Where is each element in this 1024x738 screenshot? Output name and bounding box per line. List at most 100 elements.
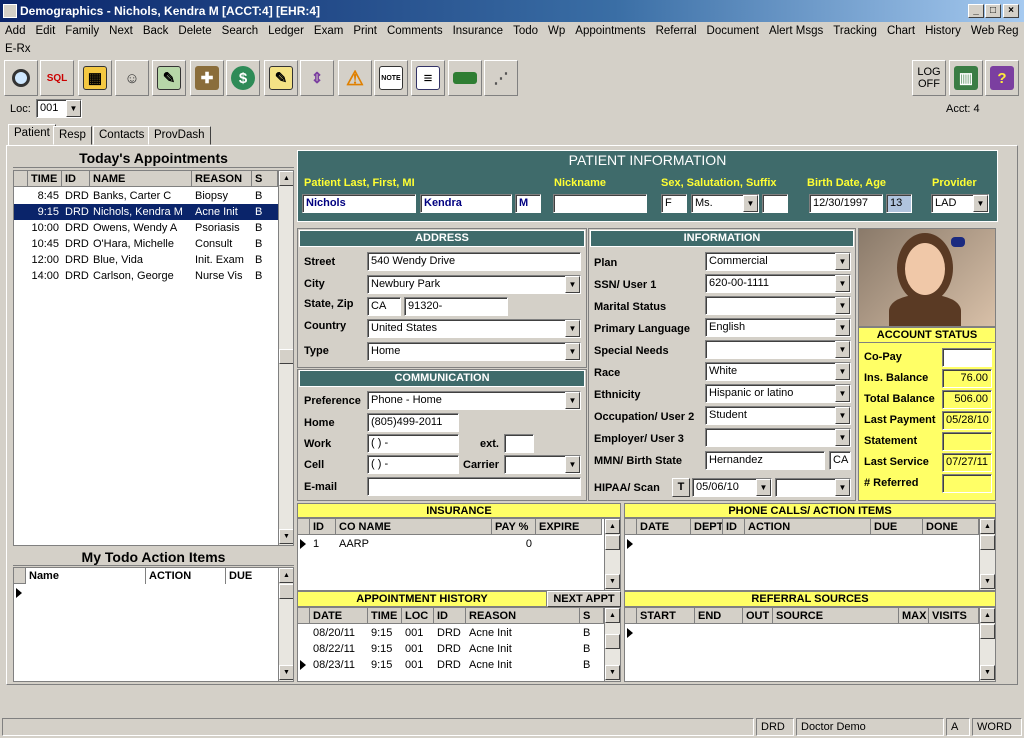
col-ref-start[interactable]: START — [637, 608, 695, 624]
col-ref-visits[interactable]: VISITS — [929, 608, 979, 624]
scroll-up-icon[interactable]: ▲ — [605, 519, 620, 534]
scroll-up-icon[interactable]: ▲ — [980, 608, 995, 623]
menu-item-print[interactable]: Print — [348, 22, 382, 40]
scan-select[interactable]: ▼ — [775, 478, 851, 497]
zip-input[interactable]: 91320- — [404, 297, 508, 316]
menu-item-insurance[interactable]: Insurance — [448, 22, 509, 40]
info-select[interactable]: ▼ — [705, 340, 851, 359]
email-input[interactable] — [367, 477, 581, 496]
help-button[interactable]: ? — [985, 60, 1019, 96]
col-todo-due[interactable]: DUE — [226, 568, 284, 584]
menu-item-alert-msgs[interactable]: Alert Msgs — [764, 22, 828, 40]
scroll-thumb[interactable] — [980, 624, 995, 639]
first-name-input[interactable]: Kendra — [420, 194, 512, 213]
col-ins-id[interactable]: ID — [310, 519, 336, 535]
menu-item-appointments[interactable]: Appointments — [570, 22, 650, 40]
maximize-button[interactable]: □ — [985, 4, 1001, 18]
phone-calls-scrollbar[interactable]: ▲ ▼ — [979, 519, 995, 590]
scroll-up-icon[interactable]: ▲ — [980, 519, 995, 534]
col-ah-reason[interactable]: REASON — [466, 608, 580, 624]
app-icon[interactable] — [3, 4, 17, 18]
col-reason[interactable]: REASON — [192, 171, 252, 187]
col-ah-s[interactable]: S — [580, 608, 604, 624]
col-ref-source[interactable]: SOURCE — [773, 608, 899, 624]
info-select[interactable]: White ▼ — [705, 362, 851, 381]
col-todo-name[interactable]: Name — [26, 568, 146, 584]
calendar-button[interactable]: ▦ — [78, 60, 112, 96]
info-select[interactable]: Hispanic or latino ▼ — [705, 384, 851, 403]
col-ah-date[interactable]: DATE — [310, 608, 368, 624]
table-row[interactable]: 1 AARP 0 — [298, 536, 620, 552]
country-select[interactable]: United States ▼ — [367, 319, 581, 338]
scroll-thumb[interactable] — [279, 349, 293, 364]
birth-state-input[interactable]: CA — [829, 451, 851, 470]
cell-phone-input[interactable]: ( ) - — [367, 455, 459, 474]
menu-item-web-reg[interactable]: Web Reg — [966, 22, 1024, 40]
scroll-down-icon[interactable]: ▼ — [279, 665, 293, 680]
info-select[interactable]: 620-00-1111 ▼ — [705, 274, 851, 293]
logoff-button[interactable]: LOG OFF — [912, 60, 946, 96]
tab-provdash[interactable]: ProvDash — [148, 126, 211, 145]
menu-item-search[interactable]: Search — [217, 22, 263, 40]
birthdate-input[interactable]: 12/30/1997 — [809, 194, 883, 213]
scroll-thumb[interactable] — [279, 584, 293, 599]
address-type-select[interactable]: Home ▼ — [367, 342, 581, 361]
info-select[interactable]: Student ▼ — [705, 406, 851, 425]
menu-item-exam[interactable]: Exam — [309, 22, 348, 40]
street-input[interactable]: 540 Wendy Drive — [367, 252, 581, 271]
scroll-down-icon[interactable]: ▼ — [980, 574, 995, 589]
scroll-down-icon[interactable]: ▼ — [279, 529, 293, 544]
appointments-scrollbar[interactable]: ▲ ▼ — [278, 171, 293, 545]
minimize-button[interactable]: _ — [968, 4, 984, 18]
info-select[interactable]: Commercial ▼ — [705, 252, 851, 271]
todo-scrollbar[interactable]: ▲ ▼ — [278, 568, 293, 681]
menu-item-ledger[interactable]: Ledger — [263, 22, 309, 40]
appt-history-scrollbar[interactable]: ▲ ▼ — [604, 608, 620, 681]
col-ref-end[interactable]: END — [695, 608, 743, 624]
transfer-button[interactable]: ⇕ — [300, 60, 334, 96]
table-row[interactable]: 8:45 DRD Banks, Carter C Biopsy B — [14, 188, 278, 204]
suffix-input[interactable] — [762, 194, 788, 213]
col-pc-done[interactable]: DONE — [923, 519, 979, 535]
menu-item-chart[interactable]: Chart — [882, 22, 920, 40]
ext-input[interactable] — [504, 434, 534, 453]
col-ah-time[interactable]: TIME — [368, 608, 402, 624]
family-button[interactable]: ☺ — [115, 60, 149, 96]
menu-item-back[interactable]: Back — [138, 22, 174, 40]
tab-resp[interactable]: Resp — [53, 126, 92, 145]
col-id[interactable]: ID — [62, 171, 90, 187]
menu-item-document[interactable]: Document — [702, 22, 764, 40]
table-row[interactable]: 12:00 DRD Blue, Vida Init. Exam B — [14, 252, 278, 268]
provider-select[interactable]: LAD ▼ — [931, 194, 989, 213]
table-row[interactable]: 08/22/11 9:15 001 DRD Acne Init B — [298, 641, 604, 657]
document-button[interactable]: ≡ — [411, 60, 445, 96]
patient-photo[interactable] — [858, 228, 996, 327]
nickname-input[interactable] — [553, 194, 647, 213]
notes-button[interactable]: ✎ — [264, 60, 298, 96]
menu-item-add[interactable]: Add — [0, 22, 30, 40]
close-button[interactable]: × — [1003, 4, 1019, 18]
menu-item-comments[interactable]: Comments — [382, 22, 448, 40]
search-tool-button[interactable] — [4, 60, 38, 96]
scroll-thumb[interactable] — [605, 634, 620, 649]
table-row[interactable]: 9:15 DRD Nichols, Kendra M Acne Init B — [14, 204, 278, 220]
insurance-scrollbar[interactable]: ▲ ▼ — [604, 519, 620, 590]
last-name-input[interactable]: Nichols — [302, 194, 416, 213]
work-phone-input[interactable]: ( ) - — [367, 434, 459, 453]
menu-item-tracking[interactable]: Tracking — [828, 22, 882, 40]
referral-scrollbar[interactable]: ▲ ▼ — [979, 608, 995, 681]
chart-button[interactable]: ✎ — [152, 60, 186, 96]
table-row[interactable]: 14:00 DRD Carlson, George Nurse Vis B — [14, 268, 278, 284]
col-pc-dept[interactable]: DEPT — [691, 519, 723, 535]
loc-select[interactable]: 001 ▼ — [36, 99, 82, 118]
preference-select[interactable]: Phone - Home ▼ — [367, 391, 581, 410]
scroll-up-icon[interactable]: ▲ — [605, 608, 620, 623]
menu-item-delete[interactable]: Delete — [173, 22, 216, 40]
tab-contacts[interactable]: Contacts — [93, 126, 151, 145]
col-name[interactable]: NAME — [90, 171, 192, 187]
scroll-down-icon[interactable]: ▼ — [980, 665, 995, 680]
note-button[interactable]: NOTE — [374, 60, 408, 96]
menu-item-todo[interactable]: Todo — [508, 22, 543, 40]
info-select[interactable]: ▼ — [705, 428, 851, 447]
col-ah-id[interactable]: ID — [434, 608, 466, 624]
